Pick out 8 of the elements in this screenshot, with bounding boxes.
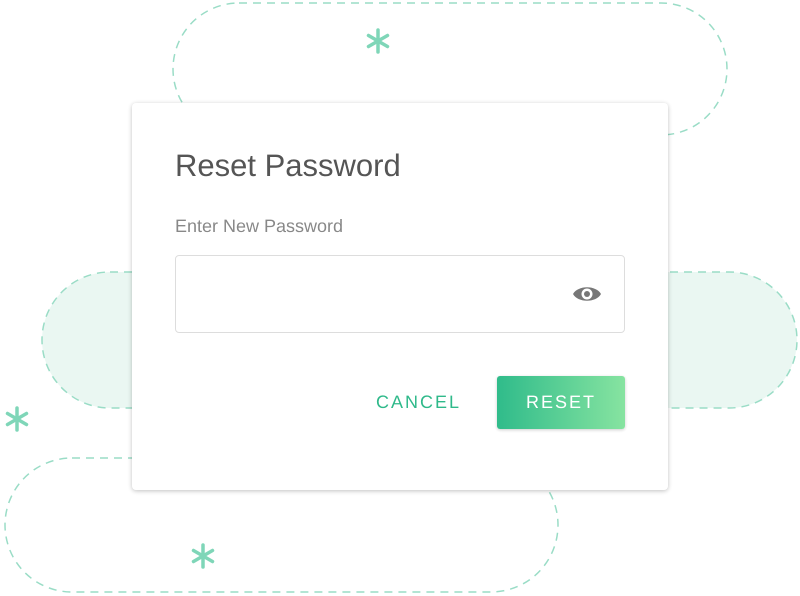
asterisk-icon: [6, 406, 28, 432]
asterisk-icon: [366, 28, 390, 54]
field-label: Enter New Password: [175, 215, 344, 238]
reset-button[interactable]: RESET: [497, 376, 625, 429]
asterisk-icon: [192, 543, 214, 569]
cancel-button[interactable]: CANCEL: [376, 384, 461, 421]
password-field[interactable]: [175, 255, 625, 333]
dialog-title: Reset Password: [175, 147, 402, 185]
